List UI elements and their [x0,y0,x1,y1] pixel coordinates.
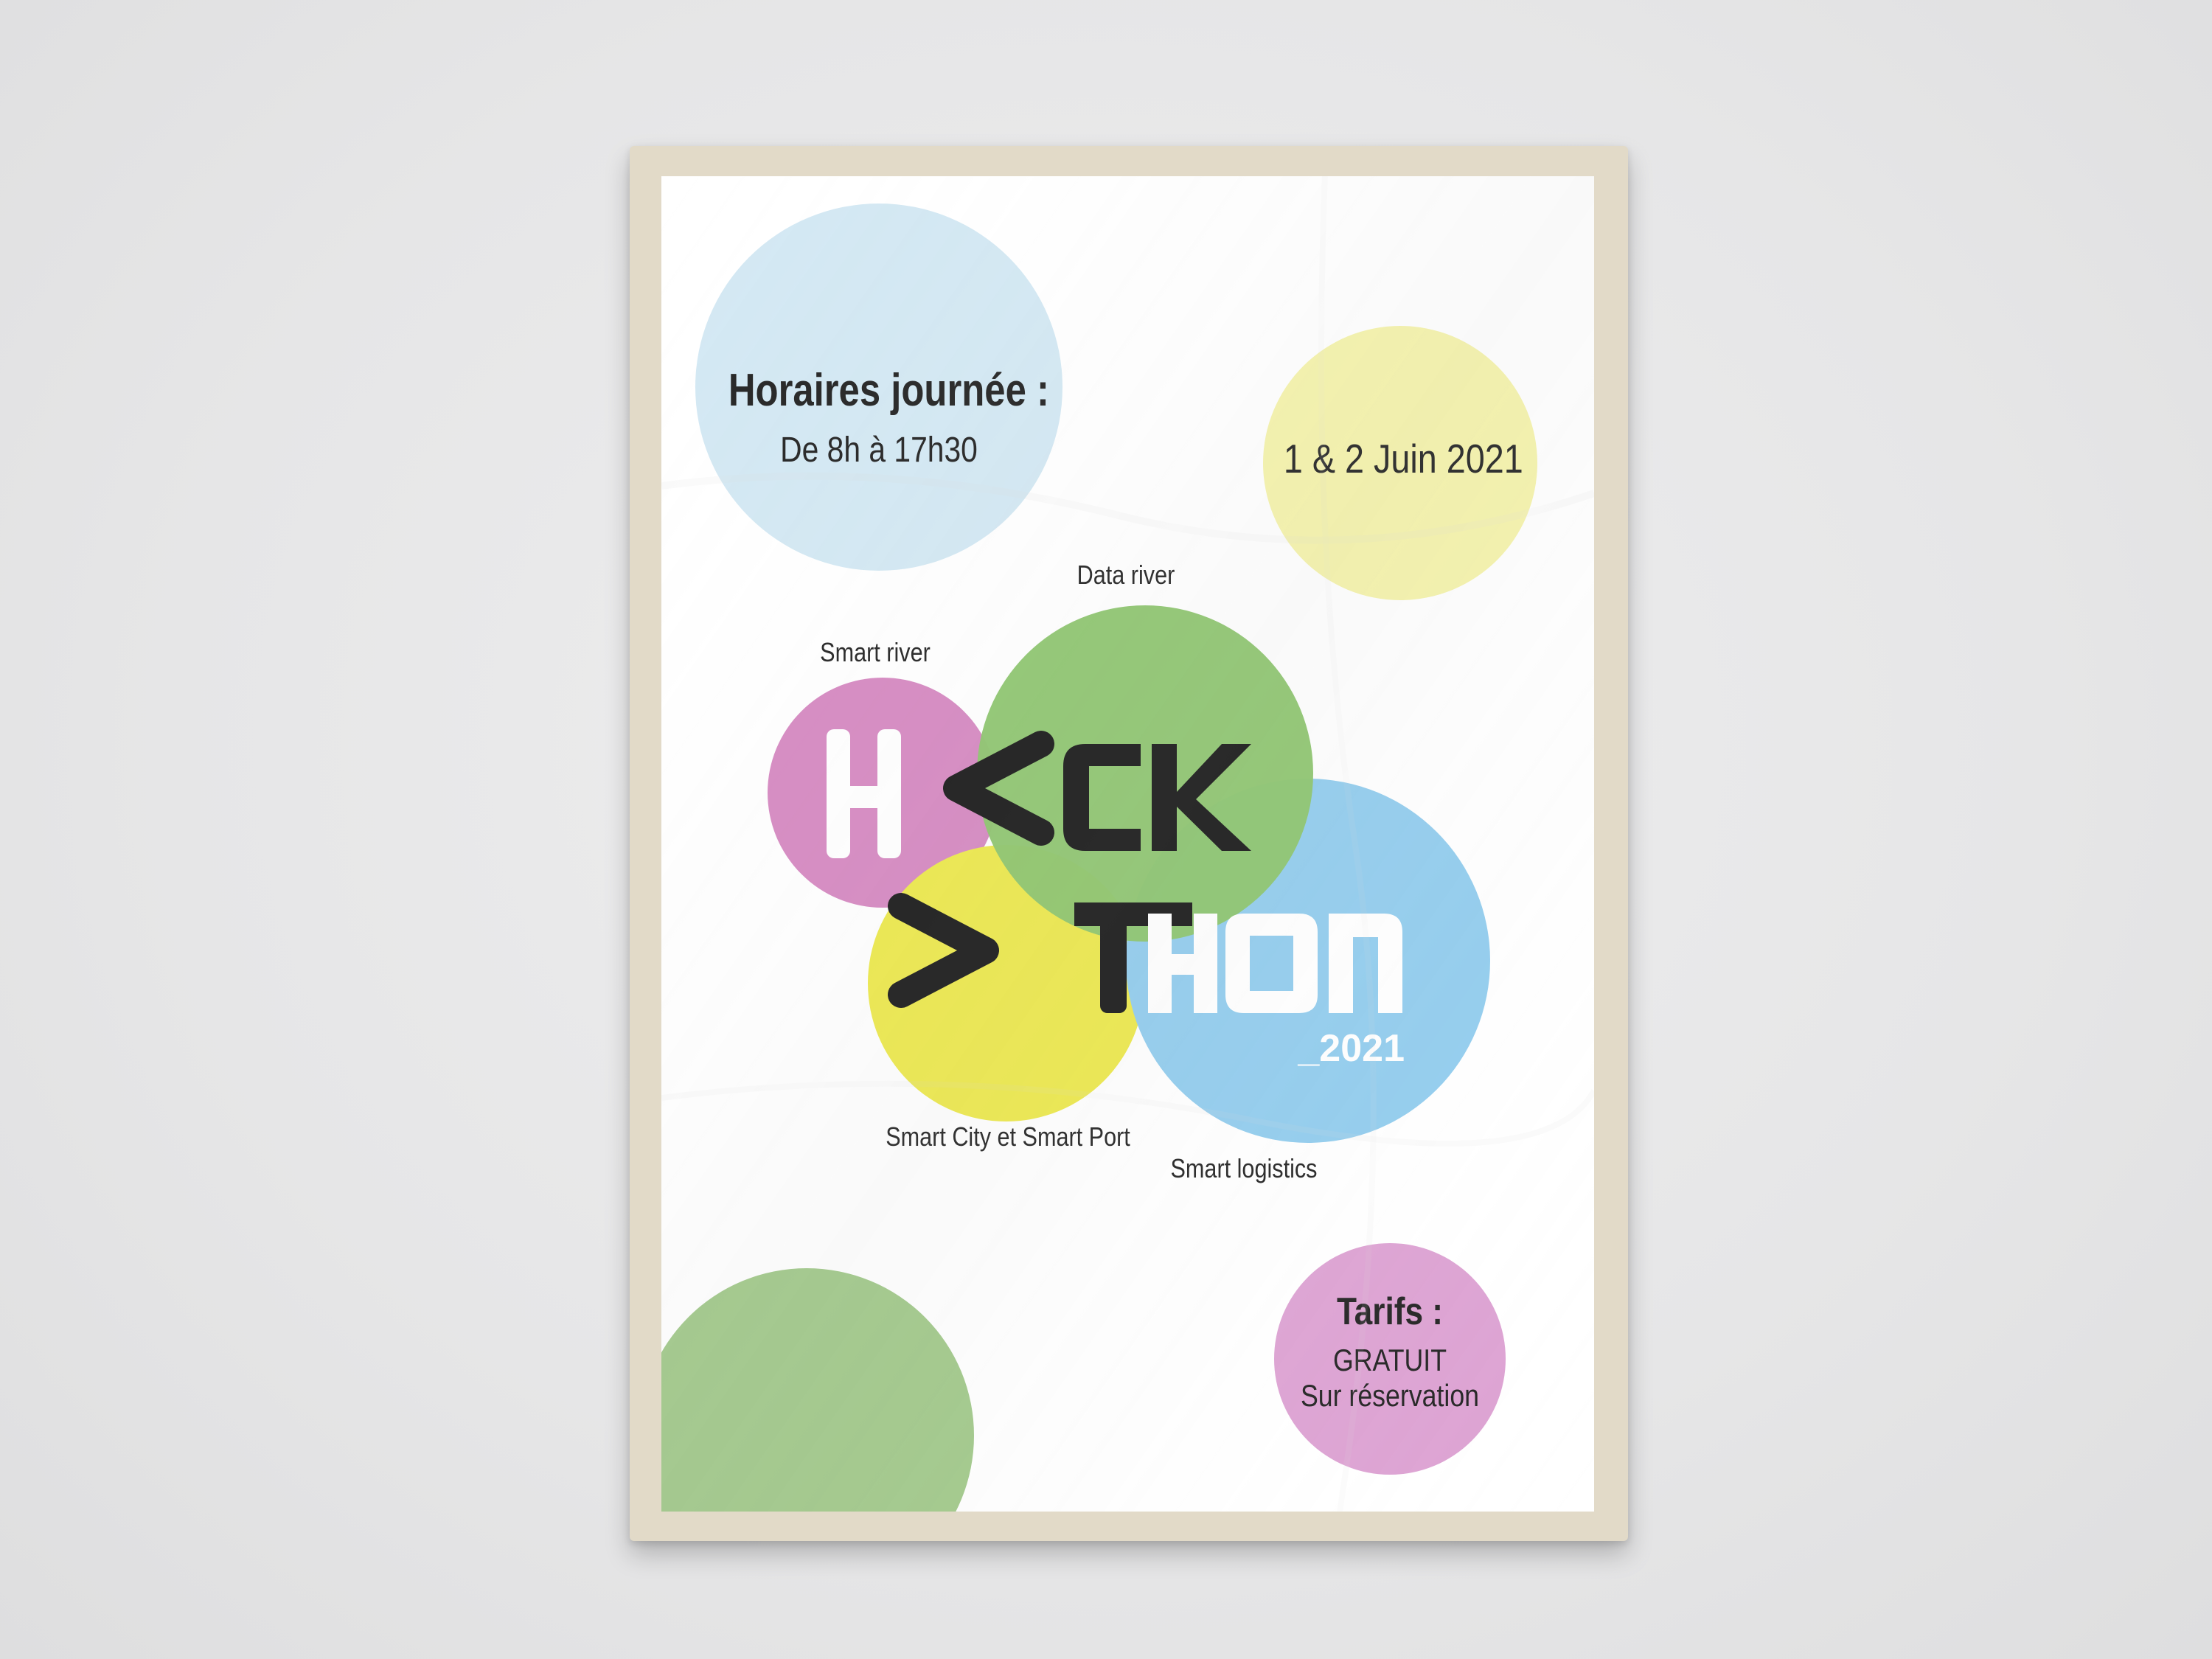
theme-smart-city-port: Smart City et Smart Port [886,1121,1130,1152]
theme-data-river: Data river [1077,560,1175,590]
pricing-title: Tarifs : [1336,1290,1444,1333]
schedule-hours: De 8h à 17h30 [780,431,978,470]
theme-smart-river: Smart river [820,637,931,667]
theme-smart-logistics: Smart logistics [1170,1153,1318,1183]
pricing-free: GRATUIT [1332,1343,1447,1377]
schedule-title: Horaires journée : [728,365,1049,416]
decorative-green-circle [661,1268,974,1512]
poster: Horaires journée : De 8h à 17h30 1 & 2 J… [661,176,1594,1512]
data-river-circle [977,605,1313,942]
event-date: 1 & 2 Juin 2021 [1283,436,1523,481]
pricing-reservation: Sur réservation [1300,1378,1480,1413]
